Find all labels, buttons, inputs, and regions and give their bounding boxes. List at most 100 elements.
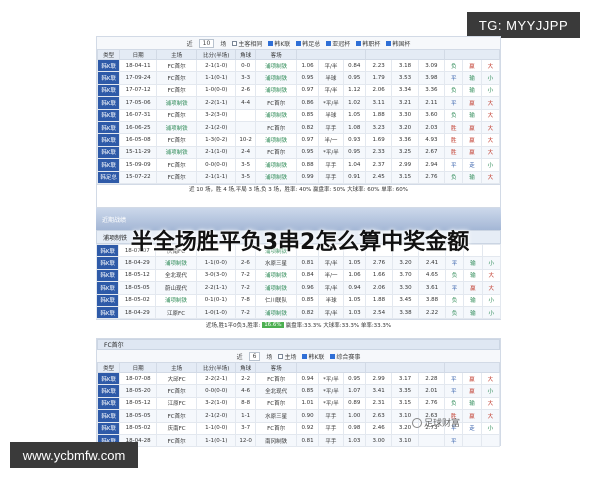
cell-home[interactable]: FC首尔 — [155, 384, 198, 398]
cell-away[interactable]: FC首尔 — [255, 371, 297, 386]
filter-checkbox-k-league[interactable]: 韩K联 — [268, 39, 290, 48]
match-count-select[interactable]: 10 — [198, 38, 215, 48]
cell-o1: 0.99 — [295, 170, 320, 184]
cell-home[interactable]: 大邱FC — [155, 371, 198, 386]
cell-o5: 3.20 — [391, 256, 420, 270]
away-count-select[interactable]: 6 — [248, 351, 261, 361]
cell-away[interactable]: FC首尔 — [255, 396, 297, 411]
cell-o6: 3.61 — [418, 281, 446, 295]
filter-checkbox-acl[interactable]: 亚冠杯 — [326, 39, 350, 48]
cell-score: 2-1(2-0) — [196, 409, 237, 423]
cell-home[interactable]: FC首尔 — [155, 108, 198, 122]
cell-r2: 输 — [462, 396, 482, 411]
cell-away[interactable]: 浦项制铁 — [255, 108, 297, 122]
cell-type: 韩K联 — [95, 268, 120, 283]
cell-away[interactable]: FC首尔 — [255, 145, 297, 160]
cell-home[interactable]: FC首尔 — [155, 158, 198, 172]
cell-r2: 赢 — [462, 384, 482, 398]
cell-o6: 3.88 — [418, 293, 446, 307]
cell-o2: 平手 — [318, 433, 344, 448]
checkbox-icon — [278, 353, 284, 359]
cell-home[interactable]: FC首尔 — [155, 58, 198, 73]
checkbox-icon — [232, 40, 238, 46]
cell-r3 — [480, 433, 501, 448]
cell-away[interactable]: 浦项制铁 — [255, 158, 297, 172]
cell-r2: 输 — [462, 71, 482, 85]
cell-o1: 0.97 — [295, 83, 320, 98]
col-handicap-group — [295, 49, 366, 60]
cell-home[interactable]: 全北现代 — [155, 268, 197, 283]
cell-type: 韩K联 — [96, 108, 121, 122]
cell-r1: 平 — [444, 256, 465, 270]
cell-home[interactable]: 蔚山现代 — [155, 281, 197, 295]
cell-away[interactable]: 浦项制铁 — [255, 83, 297, 98]
filter-checkbox-same-venue[interactable]: 主客相同 — [232, 39, 262, 48]
cell-home[interactable]: 浦项制铁 — [155, 256, 197, 270]
cell-away[interactable]: 浦项制铁 — [255, 133, 297, 147]
cell-o1: 1.06 — [295, 58, 320, 73]
cell-r1: 平 — [444, 158, 464, 172]
cell-corner: 2-2 — [235, 371, 257, 386]
cell-o1: 0.85 — [295, 108, 320, 122]
col-away: 客场 — [255, 49, 297, 60]
cell-o4: 2.46 — [364, 421, 393, 435]
filter-checkbox-all[interactable]: 综合赛事 — [330, 352, 360, 361]
cell-r1: 胜 — [444, 145, 464, 160]
cell-away[interactable]: FC首尔 — [255, 120, 297, 135]
cell-away[interactable]: FC首尔 — [255, 421, 297, 435]
cell-home[interactable]: 江原FC — [155, 305, 197, 320]
cell-o4: 2.06 — [365, 281, 393, 295]
cell-home[interactable]: FC首尔 — [155, 409, 198, 423]
cell-away[interactable]: 浦项制铁 — [255, 281, 297, 295]
cell-home[interactable]: 浦项制铁 — [155, 145, 198, 160]
cell-r3: 大 — [480, 120, 501, 135]
cell-home[interactable]: 浦项制铁 — [155, 120, 198, 135]
cell-date: 18-04-29 — [118, 305, 157, 320]
cell-o5: 3.30 — [391, 281, 420, 295]
cell-away[interactable]: 浦项制铁 — [255, 71, 297, 85]
filter-checkbox-league-cup[interactable]: 韩职杯 — [356, 39, 380, 48]
cell-home[interactable]: 浦项制铁 — [155, 293, 197, 307]
cell-home[interactable]: FC首尔 — [155, 133, 198, 147]
cell-type: 韩K联 — [96, 133, 121, 147]
filter-checkbox-fa-cup[interactable]: 韩足总 — [296, 39, 320, 48]
cell-score: 3-2(3-0) — [196, 108, 237, 122]
cell-r1: 平 — [444, 384, 464, 398]
cell-home[interactable]: FC首尔 — [155, 71, 198, 85]
cell-home[interactable]: 江原FC — [155, 396, 198, 411]
away-header-row: 类型 日期 主场 比分(半场) 角球 客场 — [96, 362, 500, 373]
cell-corner: 3-5 — [235, 158, 257, 172]
cell-away[interactable]: FC首尔 — [255, 96, 297, 110]
cell-o2: 平手 — [318, 170, 344, 184]
cell-home[interactable]: 庆南FC — [155, 421, 198, 435]
cell-away[interactable]: 浦项制铁 — [255, 170, 297, 184]
cell-r3: 大 — [480, 96, 501, 110]
cell-home[interactable]: FC首尔 — [155, 83, 198, 98]
cell-r3: 小 — [480, 158, 501, 172]
cell-away[interactable]: 浦项制铁 — [255, 305, 297, 320]
cell-o4: 3.11 — [364, 96, 393, 110]
cell-o3: 0.95 — [342, 71, 366, 85]
cell-home[interactable]: 浦项制铁 — [155, 96, 198, 110]
cell-away[interactable]: 水原三星 — [255, 409, 297, 423]
cell-o5: 3.18 — [391, 58, 419, 73]
filter-checkbox-korea-cup[interactable]: 韩国杯 — [386, 39, 410, 48]
cell-home[interactable]: FC首尔 — [155, 433, 198, 448]
cell-o1: 0.95 — [295, 145, 320, 160]
cell-away[interactable]: 全北现代 — [255, 384, 297, 398]
cell-o4: 1.88 — [364, 108, 393, 122]
cell-corner: 4-6 — [235, 384, 257, 398]
summary-text-pre: 近场,胜1平0负3,胜率: — [205, 322, 261, 329]
cell-o5: 3.10 — [391, 433, 419, 448]
cell-away[interactable]: 浦项制铁 — [255, 58, 297, 73]
cell-date: 18-07-08 — [119, 371, 157, 386]
cell-away[interactable]: 仁川联队 — [255, 293, 297, 307]
checkbox-checked-icon — [330, 353, 336, 359]
cell-away[interactable]: 水原三星 — [255, 256, 297, 270]
filter-checkbox-home[interactable]: 主场 — [278, 352, 296, 361]
col-home: 主场 — [155, 49, 198, 60]
cell-away[interactable]: 浦项制铁 — [255, 268, 297, 283]
cell-home[interactable]: FC首尔 — [155, 170, 198, 184]
filter-checkbox-k-league[interactable]: 韩K联 — [302, 352, 324, 361]
cell-away[interactable]: 南冈制铁 — [255, 433, 297, 448]
